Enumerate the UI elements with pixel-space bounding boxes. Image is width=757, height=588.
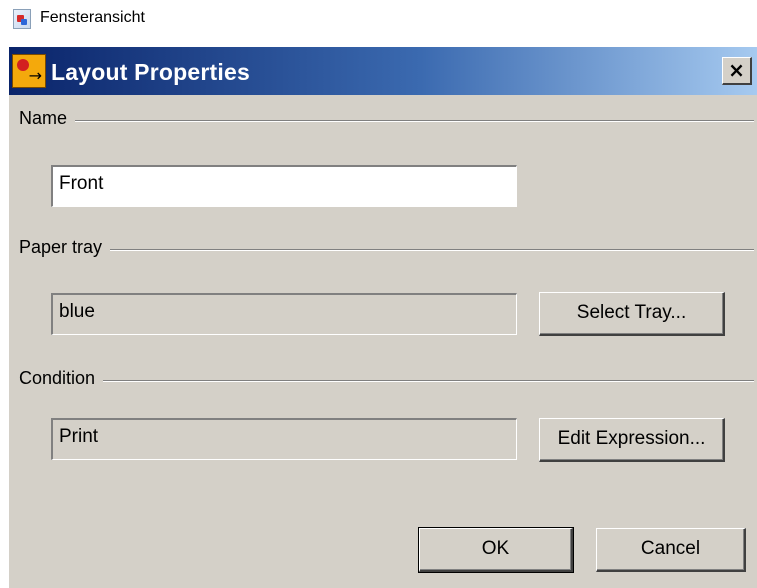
dialog-titlebar[interactable]: Layout Properties × [9, 47, 757, 95]
cancel-button[interactable]: Cancel [596, 528, 746, 572]
outer-window-titlebar: Fensteransicht [0, 0, 757, 38]
layout-properties-dialog: Layout Properties × Name Front Paper tra… [8, 46, 757, 588]
name-input[interactable]: Front [51, 165, 517, 207]
condition-section-divider [21, 380, 754, 382]
outer-window-title: Fensteransicht [40, 9, 145, 26]
dialog-title: Layout Properties [51, 59, 250, 85]
condition-section-label: Condition [19, 368, 104, 389]
close-button[interactable]: × [722, 57, 752, 85]
layout-app-icon [12, 54, 46, 88]
paper-tray-section-label: Paper tray [19, 237, 111, 258]
name-section-label: Name [19, 108, 76, 129]
app-window-icon [13, 9, 31, 29]
name-section-divider [21, 120, 754, 122]
ok-button[interactable]: OK [418, 527, 574, 573]
select-tray-button[interactable]: Select Tray... [539, 292, 725, 336]
condition-field: Print [51, 418, 517, 460]
edit-expression-button[interactable]: Edit Expression... [539, 418, 725, 462]
paper-tray-field: blue [51, 293, 517, 335]
paper-tray-section-divider [21, 249, 754, 251]
